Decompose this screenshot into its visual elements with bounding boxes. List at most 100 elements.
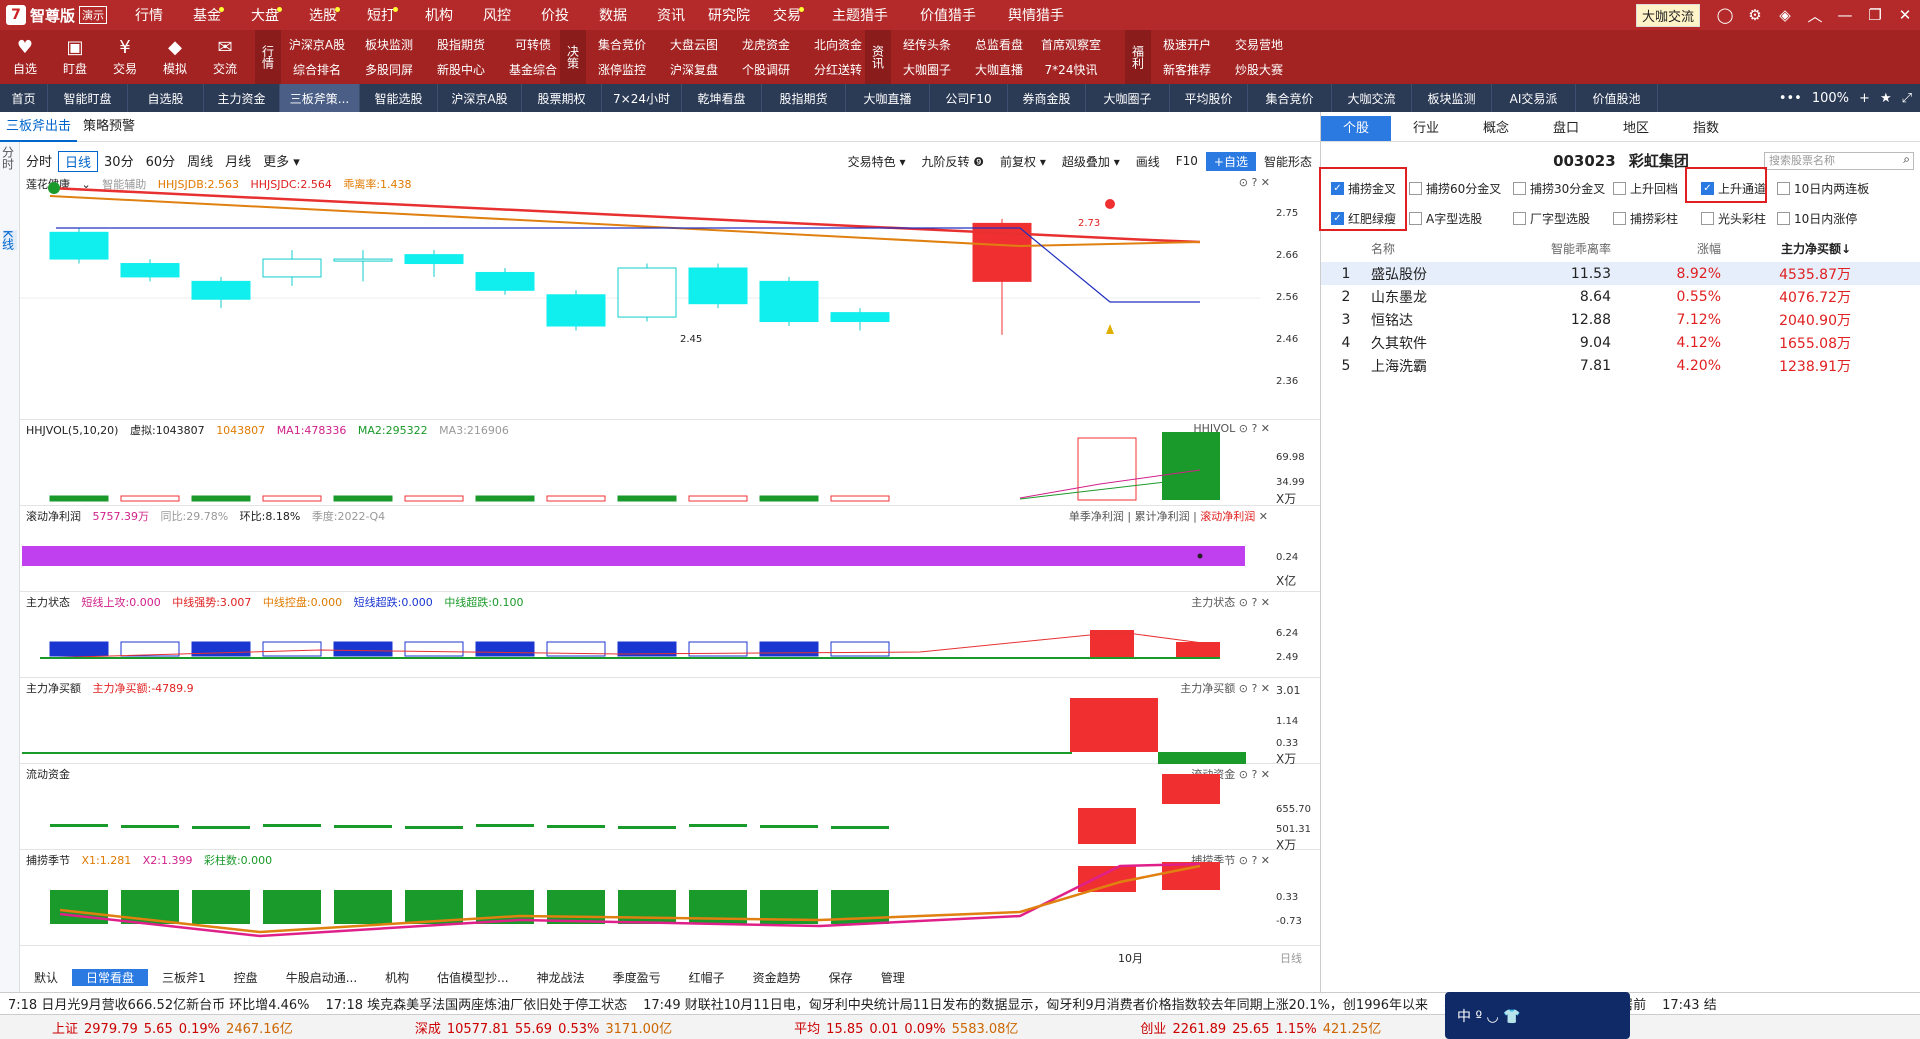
catch-season-panel[interactable]: 捕捞季节 X1:1.281 X2:1.399 彩柱数:0.000 捕捞季节 ⊙ … [20, 850, 1320, 946]
window-tab[interactable]: 股票期权 [522, 84, 602, 112]
window-tab[interactable]: 主力资金 [204, 84, 280, 112]
net-profit-panel[interactable]: 滚动净利润 5757.39万 同比:29.78% 环比:8.18% 季度:202… [20, 506, 1320, 592]
filter-checkbox[interactable]: 捕捞彩柱 [1613, 210, 1678, 227]
top-nav-item[interactable]: 资讯 [642, 5, 700, 25]
news-item[interactable]: 7:18 日月光9月营收666.52亿新台币 环比增4.46% [8, 994, 310, 1013]
function-link[interactable]: 新客推荐 [1151, 61, 1223, 78]
top-nav-item[interactable]: 数据 [584, 5, 642, 25]
function-link[interactable]: 股指期货 [425, 36, 497, 53]
filter-checkbox[interactable]: 捕捞60分金叉 [1409, 180, 1501, 197]
window-tab[interactable]: 股指期货 [762, 84, 846, 112]
expand-icon[interactable]: ⤢ [1902, 91, 1912, 106]
window-tab[interactable]: 集合竞价 [1248, 84, 1332, 112]
window-tab[interactable]: 平均股价 [1170, 84, 1248, 112]
top-nav-item[interactable]: 价值猎手 [904, 5, 992, 25]
period-button[interactable]: 周线 [181, 151, 219, 172]
chart-tool-button[interactable]: 超级叠加 ▾ [1054, 153, 1128, 170]
collapse-icon[interactable]: ︿ [1800, 5, 1830, 26]
function-link[interactable]: 大盘云图 [658, 36, 730, 53]
function-link[interactable]: 大咖直播 [963, 61, 1035, 78]
top-nav-item[interactable]: 选股 [294, 5, 352, 25]
period-button[interactable]: 分时 [20, 151, 58, 172]
function-link[interactable]: 综合排名 [281, 61, 353, 78]
zoom-level[interactable]: 100% [1812, 91, 1849, 106]
top-nav-item[interactable]: 风控 [468, 5, 526, 25]
axis-mode-label[interactable]: 日线 [1280, 950, 1302, 966]
filter-checkbox[interactable]: 厂字型选股 [1513, 210, 1590, 227]
volume-panel[interactable]: HHJVOL(5,10,20) 虚拟:1043807 1043807 MA1:4… [20, 420, 1320, 506]
window-tab[interactable]: 三板斧策... [280, 84, 360, 112]
chart-tool-button[interactable]: F10 [1168, 154, 1206, 168]
top-nav-item[interactable]: 价投 [526, 5, 584, 25]
template-tab[interactable]: 日常看盘 [72, 968, 149, 986]
main-force-state-panel[interactable]: 主力状态 短线上攻:0.000 中线强势:3.007 中线控盘:0.000 短线… [20, 592, 1320, 678]
top-nav-item[interactable]: 基金 [178, 5, 236, 25]
flow-capital-panel[interactable]: 流动资金 流动资金 ⊙ ? ✕ 655.70 501.31 X万 [20, 764, 1320, 852]
view-kline[interactable]: K线 [1, 230, 17, 250]
picker-tab[interactable]: 指数 [1671, 116, 1741, 141]
minimize-icon[interactable]: — [1830, 6, 1860, 24]
period-button[interactable]: 30分 [98, 151, 140, 172]
filter-checkbox[interactable]: 10日内涨停 [1777, 210, 1857, 227]
picker-tab[interactable]: 行业 [1391, 116, 1461, 141]
function-link[interactable]: 龙虎资金 [730, 36, 802, 53]
quick-2-button[interactable]: ¥ 交易 [100, 30, 150, 84]
top-nav-item[interactable]: 短打 [352, 5, 410, 25]
chart-tool-button[interactable]: +自选 [1205, 151, 1256, 171]
function-link[interactable]: 板块监测 [353, 36, 425, 53]
col-change[interactable]: 涨幅 [1611, 240, 1721, 260]
chart-tool-button[interactable]: 交易特色 ▾ [840, 153, 914, 170]
chart-tool-button[interactable]: 前复权 ▾ [992, 153, 1054, 170]
window-tab[interactable]: 首页 [0, 84, 48, 112]
quick-3-button[interactable]: ◆ 模拟 [150, 30, 200, 84]
function-link[interactable]: 大咖圈子 [891, 61, 963, 78]
kline-panel[interactable]: 莲花健康 ⌄ 智能辅助 HHJSJDB:2.563 HHJSJDC:2.564 … [20, 174, 1320, 420]
close-icon[interactable]: ✕ [1890, 6, 1920, 24]
template-tab[interactable]: 默认 [20, 969, 72, 986]
function-link[interactable]: 多股同屏 [353, 61, 425, 78]
subtab-strategy-alert[interactable]: 策略预警 [77, 112, 141, 142]
picker-tab[interactable]: 个股 [1321, 116, 1391, 141]
search-icon[interactable]: ⌕ [1903, 152, 1910, 167]
news-item[interactable]: 17:43 结 [1662, 994, 1717, 1013]
function-link[interactable]: 交易营地 [1223, 36, 1295, 53]
promo-banner[interactable]: 中 º ◡ 👕 [1445, 992, 1630, 1039]
template-tab[interactable]: 神龙战法 [523, 969, 599, 986]
col-net-buy[interactable]: 主力净买额↓ [1721, 240, 1851, 260]
col-deviation[interactable]: 智能乖离率 [1501, 240, 1611, 260]
table-row[interactable]: 2 山东墨龙 8.64 0.55% 4076.72万 [1321, 285, 1920, 308]
top-nav-item[interactable]: 机构 [410, 5, 468, 25]
chart-tool-button[interactable]: 画线 [1128, 153, 1168, 170]
index-quote[interactable]: 平均 15.85 0.01 0.09% 5583.08亿 [794, 1018, 1018, 1037]
function-link[interactable]: 首席观察室 [1035, 36, 1107, 53]
quick-0-button[interactable]: ♥ 自选 [0, 30, 50, 84]
table-row[interactable]: 3 恒铭达 12.88 7.12% 2040.90万 [1321, 308, 1920, 331]
template-tab[interactable]: 保存 [815, 969, 867, 986]
function-link[interactable]: 可转债 [497, 36, 569, 53]
period-button[interactable]: 60分 [140, 151, 182, 172]
period-button[interactable]: 日线 [58, 150, 99, 172]
function-link[interactable]: 7*24快讯 [1035, 61, 1107, 78]
picker-tab[interactable]: 概念 [1461, 116, 1531, 141]
more-icon[interactable]: ••• [1779, 91, 1802, 106]
filter-checkbox[interactable]: 光头彩柱 [1701, 210, 1766, 227]
news-ticker[interactable]: 7:18 日月光9月营收666.52亿新台币 环比增4.46% 17:18 埃克森… [0, 992, 1920, 1014]
filter-checkbox[interactable]: 捕捞30分金叉 [1513, 180, 1605, 197]
user-icon[interactable]: ◯ [1710, 6, 1740, 24]
top-nav-item[interactable]: 行情 [120, 5, 178, 25]
restore-icon[interactable]: ❐ [1860, 6, 1890, 24]
picker-tab[interactable]: 盘口 [1531, 116, 1601, 141]
index-quote[interactable]: 上证 2979.79 5.65 0.19% 2467.16亿 [52, 1018, 293, 1037]
window-tab[interactable]: 价值股池 [1576, 84, 1658, 112]
function-link[interactable]: 经传头条 [891, 36, 963, 53]
template-tab[interactable]: 估值模型抄... [423, 969, 522, 986]
period-button[interactable]: 更多 ▾ [257, 151, 306, 172]
top-nav-item[interactable]: 交易 [758, 5, 816, 25]
index-quote[interactable]: 深成 10577.81 55.69 0.53% 3171.00亿 [415, 1018, 672, 1037]
template-tab[interactable]: 牛股启动通... [272, 969, 371, 986]
lock-icon[interactable]: ◈ [1770, 6, 1800, 24]
top-nav-item[interactable]: 大盘 [236, 5, 294, 25]
function-link[interactable]: 沪深京A股 [281, 36, 353, 53]
function-link[interactable]: 分红送转 [802, 61, 874, 78]
function-link[interactable]: 个股调研 [730, 61, 802, 78]
